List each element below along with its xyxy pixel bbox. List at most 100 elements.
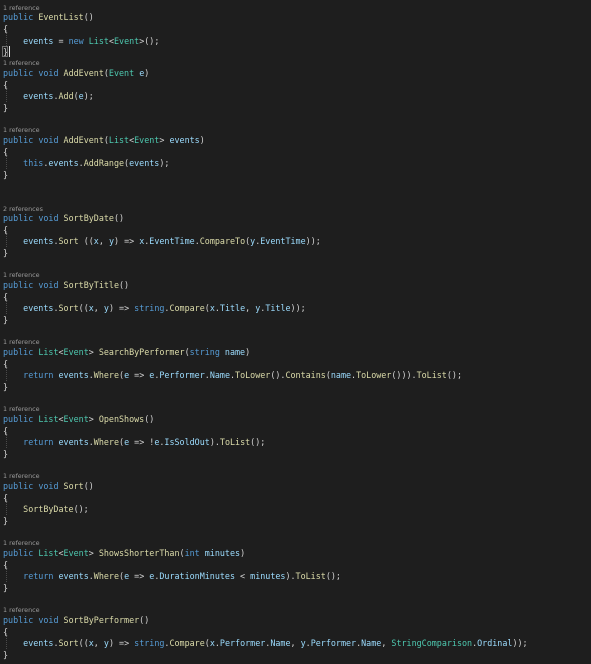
code-token: Name	[209, 370, 230, 380]
code-line-constructor-signature[interactable]: public EventList()	[3, 11, 94, 23]
code-token: events	[58, 571, 89, 581]
code-token: }	[3, 315, 9, 325]
code-token: ));	[305, 236, 321, 246]
code-token: events	[58, 370, 89, 380]
code-token: ();	[325, 571, 341, 581]
code-line-add-event-signature[interactable]: public void AddEvent(Event e)	[3, 67, 149, 79]
code-token: return	[23, 571, 54, 581]
code-editor[interactable]: 1 reference 1 reference 1 reference 2 re…	[0, 0, 591, 664]
code-token: ToList	[295, 571, 326, 581]
code-token: {	[3, 359, 9, 369]
code-line-search-by-performer-close-brace[interactable]: }	[3, 381, 8, 393]
code-token: Event	[63, 347, 89, 357]
code-line-sort-by-title-signature[interactable]: public void SortByTitle()	[3, 279, 129, 291]
code-token: Contains	[285, 370, 326, 380]
code-line-sort-by-performer-signature[interactable]: public void SortByPerformer()	[3, 614, 149, 626]
code-token: public	[3, 548, 34, 558]
code-line-constructor-body[interactable]: events = new List<Event>();	[3, 35, 159, 47]
code-token: ();	[250, 437, 266, 447]
code-token: IsSoldOut	[164, 437, 210, 447]
code-token: CompareTo	[199, 236, 246, 246]
code-token: Compare	[169, 303, 205, 313]
code-token: ();	[73, 504, 89, 514]
code-line-open-shows-signature[interactable]: public List<Event> OpenShows()	[3, 413, 154, 425]
code-line-open-shows-body[interactable]: return events.Where(e => !e.IsSoldOut).T…	[3, 436, 265, 448]
code-token: >	[88, 548, 99, 558]
code-token: ) =>	[113, 236, 140, 246]
code-token: this	[23, 158, 44, 168]
code-token: ,	[245, 303, 256, 313]
code-line-sort-signature[interactable]: public void Sort()	[3, 480, 94, 492]
code-line-sort-by-performer-body[interactable]: events.Sort((x, y) => string.Compare(x.P…	[3, 637, 527, 649]
code-token: SortByPerformer	[63, 615, 140, 625]
code-token: {	[3, 292, 9, 302]
code-line-add-event-body[interactable]: events.Add(e);	[3, 90, 94, 102]
code-token: public	[3, 414, 34, 424]
code-line-sort-by-date-signature[interactable]: public void SortByDate()	[3, 212, 124, 224]
code-token: }	[3, 650, 9, 660]
code-token: Sort	[58, 638, 79, 648]
code-line-open-shows-close-brace[interactable]: }	[3, 448, 8, 460]
code-token: {	[3, 493, 9, 503]
code-line-sort-by-date-body[interactable]: events.Sort ((x, y) => x.EventTime.Compa…	[3, 235, 321, 247]
code-token: Where	[93, 370, 120, 380]
code-token: AddEvent	[63, 135, 104, 145]
code-line-constructor-open-brace[interactable]: {	[3, 23, 8, 35]
code-token: minutes	[204, 548, 241, 558]
code-token: ToList	[219, 437, 251, 447]
code-token: name	[224, 347, 246, 357]
code-line-shows-shorter-than-close-brace[interactable]: }	[3, 582, 8, 594]
code-token: events	[23, 236, 54, 246]
code-token: Name	[270, 638, 291, 648]
code-line-shows-shorter-than-signature[interactable]: public List<Event> ShowsShorterThan(int …	[3, 547, 245, 559]
code-token: return	[23, 370, 54, 380]
code-token: public	[3, 213, 34, 223]
code-token: Add	[58, 91, 74, 101]
code-token: Event	[63, 414, 89, 424]
code-token: events	[23, 91, 54, 101]
code-token: Event	[63, 548, 89, 558]
code-line-search-by-performer-body[interactable]: return events.Where(e => e.Performer.Nam…	[3, 369, 462, 381]
code-line-sort-by-title-close-brace[interactable]: }	[3, 314, 8, 326]
code-line-add-event-close-brace[interactable]: }	[3, 102, 8, 114]
code-token: Sort	[58, 236, 79, 246]
code-token: OpenShows	[98, 414, 145, 424]
code-line-sort-close-brace[interactable]: }	[3, 515, 8, 527]
code-token: >	[159, 135, 170, 145]
code-token: ()	[139, 615, 150, 625]
code-token: DurationMinutes	[159, 571, 236, 581]
code-line-sort-by-date-close-brace[interactable]: }	[3, 247, 8, 259]
code-line-sort-by-performer-close-brace[interactable]: }	[3, 649, 8, 661]
code-token: List	[38, 347, 59, 357]
code-token: List	[88, 36, 109, 46]
code-token: {	[3, 560, 9, 570]
code-token: ())).	[391, 370, 417, 380]
code-line-add-range-signature[interactable]: public void AddEvent(List<Event> events)	[3, 134, 205, 146]
code-token: Where	[93, 571, 120, 581]
code-line-sort-by-title-body[interactable]: events.Sort((x, y) => string.Compare(x.T…	[3, 302, 306, 314]
code-token: ShowsShorterThan	[98, 548, 180, 558]
code-token: string	[134, 303, 165, 313]
code-token: >	[88, 347, 99, 357]
code-token: List	[38, 548, 59, 558]
code-token: <	[235, 571, 251, 581]
code-token: Title	[265, 303, 291, 313]
code-token: ()	[83, 481, 94, 491]
code-token: ) =>	[108, 638, 135, 648]
code-line-shows-shorter-than-body[interactable]: return events.Where(e => e.DurationMinut…	[3, 570, 341, 582]
code-line-add-range-close-brace[interactable]: }	[3, 169, 8, 181]
code-line-sort-body[interactable]: SortByDate();	[3, 503, 89, 515]
code-token: SortByTitle	[63, 280, 119, 290]
code-line-add-range-body[interactable]: this.events.AddRange(events);	[3, 157, 169, 169]
code-token: {	[3, 225, 9, 235]
code-line-search-by-performer-signature[interactable]: public List<Event> SearchByPerformer(str…	[3, 346, 250, 358]
code-token: List	[108, 135, 130, 145]
code-token: ()	[144, 414, 155, 424]
code-token: }	[3, 516, 9, 526]
code-token: void	[38, 135, 59, 145]
code-token: ((	[78, 303, 89, 313]
